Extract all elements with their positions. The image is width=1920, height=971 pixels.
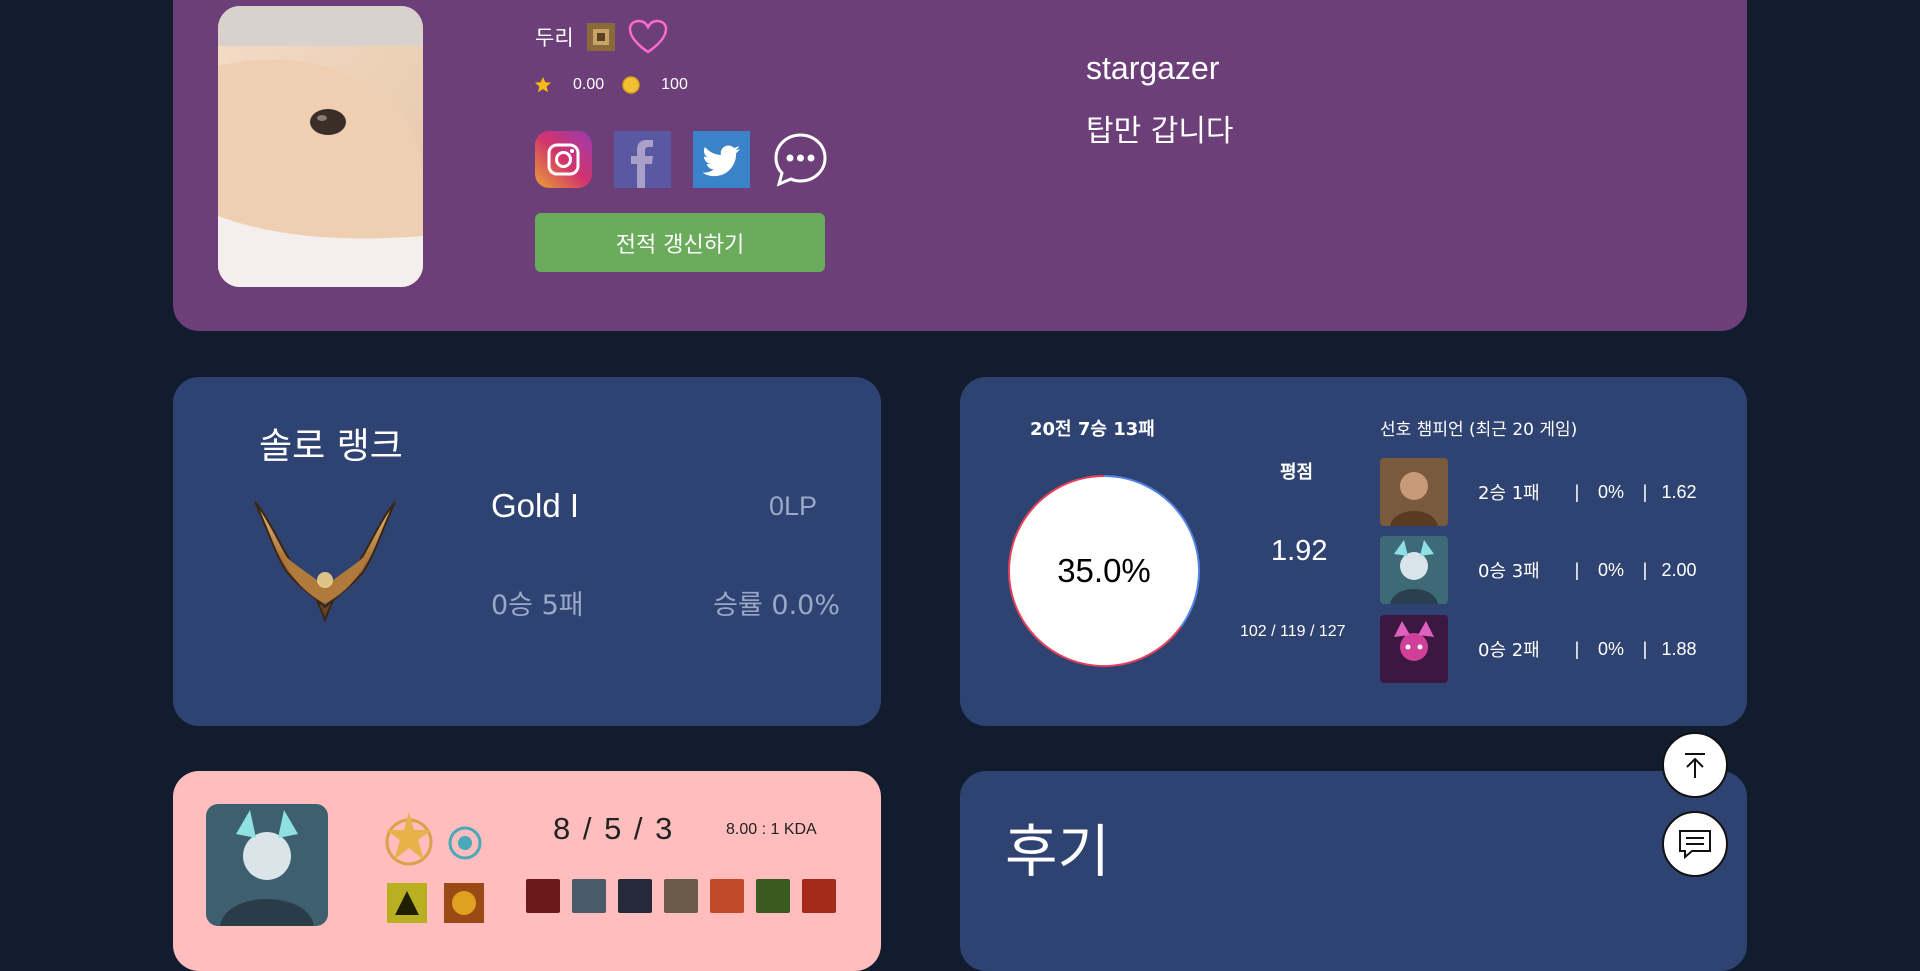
champion-row[interactable]: 0승 2패 | 0% | 1.88 — [1380, 615, 1704, 683]
coin-count: 100 — [661, 76, 688, 93]
item-slots — [526, 879, 836, 913]
arrow-up-icon — [1685, 753, 1705, 778]
match-champion-icon — [206, 804, 328, 926]
message-icon — [1679, 830, 1711, 859]
username: stargazer — [1086, 50, 1220, 86]
champion-row[interactable]: 0승 3패 | 0% | 2.00 — [1380, 536, 1704, 604]
winrate-percent: 35.0% — [1057, 552, 1151, 589]
chat-button[interactable] — [1662, 811, 1728, 877]
match-kda-ratio: 8.00 : 1 KDA — [726, 821, 817, 838]
facebook-icon[interactable] — [614, 131, 671, 188]
kda-totals: 102 / 119 / 127 — [1240, 623, 1346, 640]
item-icon — [756, 879, 790, 913]
empty-item-slot — [618, 879, 652, 913]
keystone-rune-icon — [380, 808, 438, 875]
bio: 탑만 갑니다 — [1086, 114, 1234, 149]
instagram-icon[interactable] — [535, 131, 592, 188]
gold-emblem-icon — [251, 492, 399, 627]
recent-record: 20전 7승 13패 — [1030, 419, 1155, 440]
social-links — [535, 131, 829, 188]
solo-rank-card: 솔로 랭크 Gold I 0LP 0승 5패 승률 0.0% — [173, 377, 881, 726]
review-title: 후기 — [1005, 819, 1110, 885]
item-icon — [572, 879, 606, 913]
nickname: 두리 — [535, 27, 574, 50]
profile-name-row: 두리 — [535, 19, 668, 55]
rating-value-large: 1.92 — [1271, 535, 1328, 567]
secondary-rune-icon — [447, 825, 483, 866]
match-history-card[interactable]: 8 / 5 / 3 8.00 : 1 KDA — [173, 771, 881, 971]
item-icon — [710, 879, 744, 913]
preferred-champions-title: 선호 챔피언 (최근 20 게임) — [1380, 420, 1578, 440]
league-points: 0LP — [769, 491, 818, 521]
tier-badge-icon — [586, 22, 616, 52]
coin-icon — [622, 76, 640, 94]
item-icon — [664, 879, 698, 913]
profile-avatar — [218, 6, 423, 287]
rating-label: 평점 — [1280, 462, 1314, 483]
profile-card: 두리 0.00 100 전적 갱신하기 stargazer 탑만 갑니다 — [173, 0, 1747, 331]
champion-portrait-icon — [1380, 615, 1448, 683]
review-card: 후기 — [960, 771, 1747, 971]
chat-bubble-icon[interactable] — [772, 131, 829, 188]
rating-value: 0.00 — [573, 76, 605, 93]
twitter-icon[interactable] — [693, 131, 750, 188]
heart-icon[interactable] — [628, 19, 668, 55]
champion-row[interactable]: 2승 1패 | 0% | 1.62 — [1380, 458, 1704, 526]
item-icon — [526, 879, 560, 913]
spell-icon — [387, 883, 427, 928]
tier-name: Gold I — [491, 487, 580, 524]
rank-record: 0승 5패 — [491, 590, 584, 621]
rank-winrate: 승률 0.0% — [713, 590, 840, 621]
scroll-to-top-button[interactable] — [1662, 732, 1728, 798]
match-kda: 8 / 5 / 3 — [553, 811, 675, 846]
champion-portrait-icon — [1380, 536, 1448, 604]
score-row: 0.00 100 — [534, 76, 706, 94]
champion-portrait-icon — [1380, 458, 1448, 526]
spell-icon — [444, 883, 484, 928]
refresh-record-button[interactable]: 전적 갱신하기 — [535, 213, 825, 272]
rank-title: 솔로 랭크 — [259, 426, 403, 467]
recent-stats-card: 20전 7승 13패 35.0% 평점 1.92 102 / 119 / 127… — [960, 377, 1747, 726]
star-icon — [534, 76, 552, 93]
item-icon — [802, 879, 836, 913]
